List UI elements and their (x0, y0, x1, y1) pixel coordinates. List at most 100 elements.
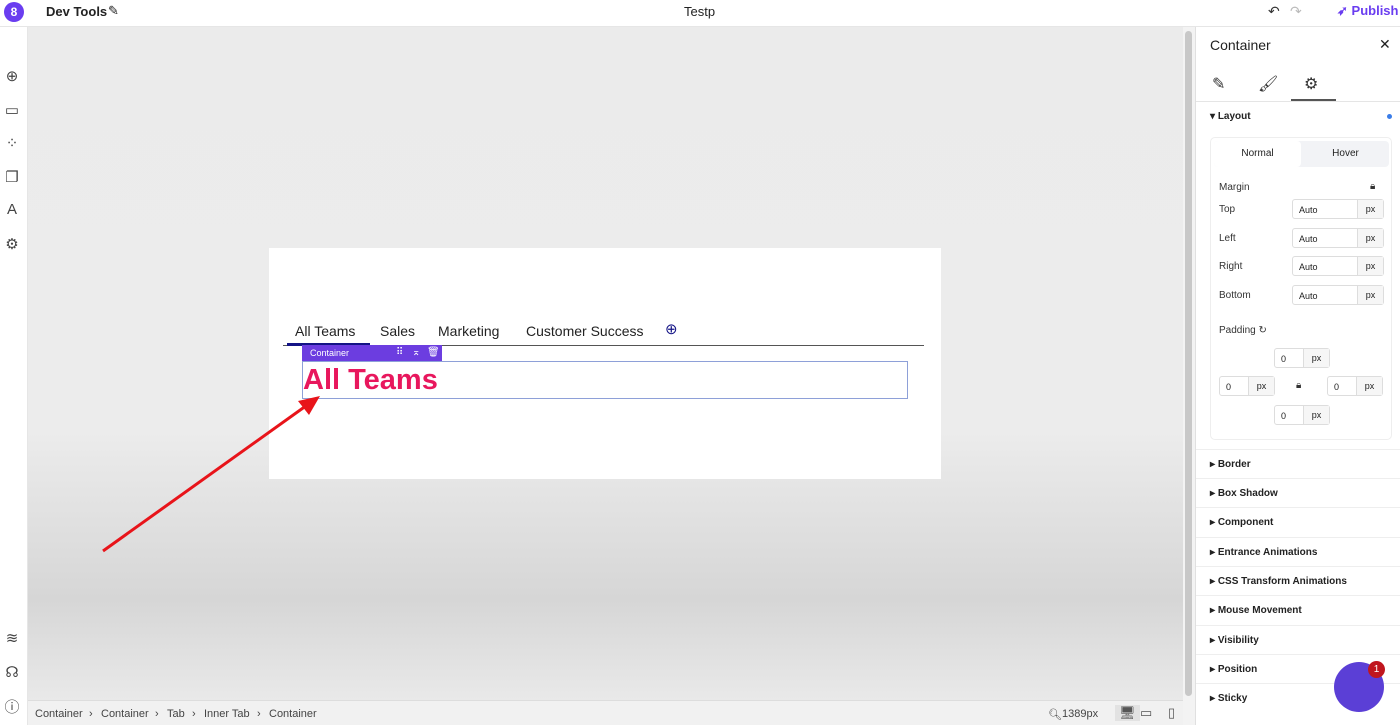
value: 0 (1226, 382, 1232, 392)
redo-icon[interactable]: ↷ (1290, 3, 1302, 20)
breadcrumb-item[interactable]: Inner Tab (204, 708, 250, 720)
rocket-icon: ➶ (1337, 3, 1348, 18)
section-label: ▸ Sticky (1210, 693, 1248, 704)
section-component[interactable]: ▸ Component (1196, 507, 1400, 536)
components-icon[interactable]: ⁘ (2, 134, 22, 152)
value: 0 (1281, 354, 1287, 364)
breadcrumb-separator: › (192, 708, 196, 720)
canvas-width[interactable]: 1389px (1062, 708, 1098, 720)
add-element-icon[interactable]: ⊕ (2, 67, 22, 85)
section-label: ▸ CSS Transform Animations (1210, 576, 1347, 587)
unit-select[interactable]: px (1357, 200, 1383, 218)
canvas-scrollbar[interactable] (1183, 27, 1195, 725)
section-mouse-movement[interactable]: ▸ Mouse Movement (1196, 595, 1400, 624)
margin-top-input[interactable]: Auto px (1292, 199, 1384, 219)
bottom-bar: Container › Container › Tab › Inner Tab … (28, 700, 1183, 725)
section-label: ▸ Mouse Movement (1210, 605, 1302, 616)
breadcrumb-item[interactable]: Container (35, 708, 83, 720)
section-label: ▸ Visibility (1210, 635, 1259, 646)
breadcrumb-separator: › (155, 708, 159, 720)
typography-icon[interactable]: A (2, 201, 22, 218)
unit-select[interactable]: px (1357, 286, 1383, 304)
zoom-search-icon: 🔍︎ (1048, 709, 1062, 721)
breadcrumb-item[interactable]: Container (101, 708, 149, 720)
tablet-view-icon[interactable]: ▭ (1140, 705, 1152, 721)
margin-left-input[interactable]: Auto px (1292, 228, 1384, 248)
unit-select[interactable]: px (1303, 406, 1329, 424)
section-border[interactable]: ▸ Border (1196, 449, 1400, 478)
app-logo[interactable]: 8 (4, 2, 24, 22)
section-label: ▸ Component (1210, 517, 1274, 528)
publish-button[interactable]: ➶ Publish (1337, 3, 1398, 19)
margin-left-label: Left (1219, 233, 1236, 244)
unit-select[interactable]: px (1357, 229, 1383, 247)
breadcrumb-item[interactable]: Tab (167, 708, 185, 720)
value: Auto (1299, 262, 1318, 272)
layers-icon[interactable]: ≋ (2, 629, 22, 647)
mobile-view-icon[interactable]: ▯ (1168, 705, 1175, 721)
breadcrumb-separator: › (89, 708, 93, 720)
margin-label: Margin (1219, 182, 1250, 193)
padding-lock-icon[interactable]: 🔒︎ (1296, 380, 1301, 391)
section-label: ▸ Position (1210, 664, 1258, 675)
top-bar: 8 Dev Tools ✎ Testp ↶ ↷ ➶ Publish (0, 0, 1400, 27)
state-hover-tab[interactable]: Hover (1302, 141, 1389, 167)
settings-gear-icon[interactable]: ⚙ (2, 235, 22, 253)
breadcrumb-separator: › (257, 708, 261, 720)
margin-right-label: Right (1219, 261, 1243, 272)
padding-top-input[interactable]: 0 px (1274, 348, 1330, 368)
app-title: Dev Tools (46, 4, 108, 19)
section-box-shadow[interactable]: ▸ Box Shadow (1196, 478, 1400, 507)
notification-badge: 1 (1368, 661, 1385, 678)
state-normal-tab[interactable]: Normal (1214, 141, 1301, 167)
modified-indicator (1387, 114, 1392, 119)
value: Auto (1299, 291, 1318, 301)
divider (1196, 101, 1400, 102)
unit-select[interactable]: px (1357, 257, 1383, 275)
edit-title-pencil-icon[interactable]: ✎ (108, 3, 119, 19)
section-label: ▸ Border (1210, 459, 1251, 470)
support-headset-icon[interactable]: ☊ (2, 663, 22, 681)
margin-bottom-label: Bottom (1219, 290, 1251, 301)
editor-canvas[interactable]: All Teams Sales Marketing Customer Succe… (28, 27, 1183, 700)
advanced-tab-gear-icon[interactable]: ⚙ (1304, 74, 1318, 94)
left-toolbar: ⊕ ▭ ⁘ ❐ A ⚙ ≋ ☊ ⓘ (0, 27, 28, 725)
desktop-view-icon[interactable]: 🖥︎ (1115, 705, 1140, 721)
undo-icon[interactable]: ↶ (1268, 3, 1280, 20)
section-entrance-animations[interactable]: ▸ Entrance Animations (1196, 537, 1400, 566)
margin-right-input[interactable]: Auto px (1292, 256, 1384, 276)
padding-label: Padding ↻ (1219, 325, 1267, 336)
close-icon[interactable]: ✕ (1379, 36, 1391, 53)
info-icon[interactable]: ⓘ (2, 696, 22, 717)
publish-label: Publish (1351, 3, 1399, 18)
page-title: Testp (684, 4, 716, 19)
layout-label: Layout (1217, 111, 1251, 122)
section-icon[interactable]: ▭ (2, 101, 22, 119)
margin-bottom-input[interactable]: Auto px (1292, 285, 1384, 305)
settings-panel: Container ✕ ✎ 🖌︎ ⚙ ▾ Layout Normal Hover… (1195, 27, 1400, 725)
state-switch: Normal Hover (1214, 141, 1389, 167)
section-css-transform-animations[interactable]: ▸ CSS Transform Animations (1196, 566, 1400, 595)
style-tab-brush-icon[interactable]: 🖌︎ (1258, 74, 1278, 94)
reset-icon[interactable]: ↻ (1258, 325, 1266, 336)
padding-label-text: Padding (1219, 325, 1256, 336)
value: Auto (1299, 205, 1318, 215)
layout-card: Normal Hover Margin 🔒︎ Top Auto px Left A… (1210, 137, 1392, 440)
padding-right-input[interactable]: 0 px (1327, 376, 1383, 396)
value: Auto (1299, 234, 1318, 244)
section-visibility[interactable]: ▸ Visibility (1196, 625, 1400, 654)
value: 0 (1281, 411, 1287, 421)
unit-select[interactable]: px (1248, 377, 1274, 395)
unit-select[interactable]: px (1356, 377, 1382, 395)
padding-left-input[interactable]: 0 px (1219, 376, 1275, 396)
section-label: ▸ Entrance Animations (1210, 547, 1318, 558)
scrollbar-thumb[interactable] (1185, 31, 1192, 696)
padding-bottom-input[interactable]: 0 px (1274, 405, 1330, 425)
layout-section-toggle[interactable]: ▾ Layout (1210, 111, 1251, 122)
breadcrumb-item[interactable]: Container (269, 708, 317, 720)
unit-select[interactable]: px (1303, 349, 1329, 367)
content-tab-pencil-icon[interactable]: ✎ (1212, 74, 1225, 94)
annotation-arrow (102, 396, 320, 553)
pages-icon[interactable]: ❐ (2, 168, 22, 186)
margin-lock-icon[interactable]: 🔒︎ (1370, 181, 1375, 192)
